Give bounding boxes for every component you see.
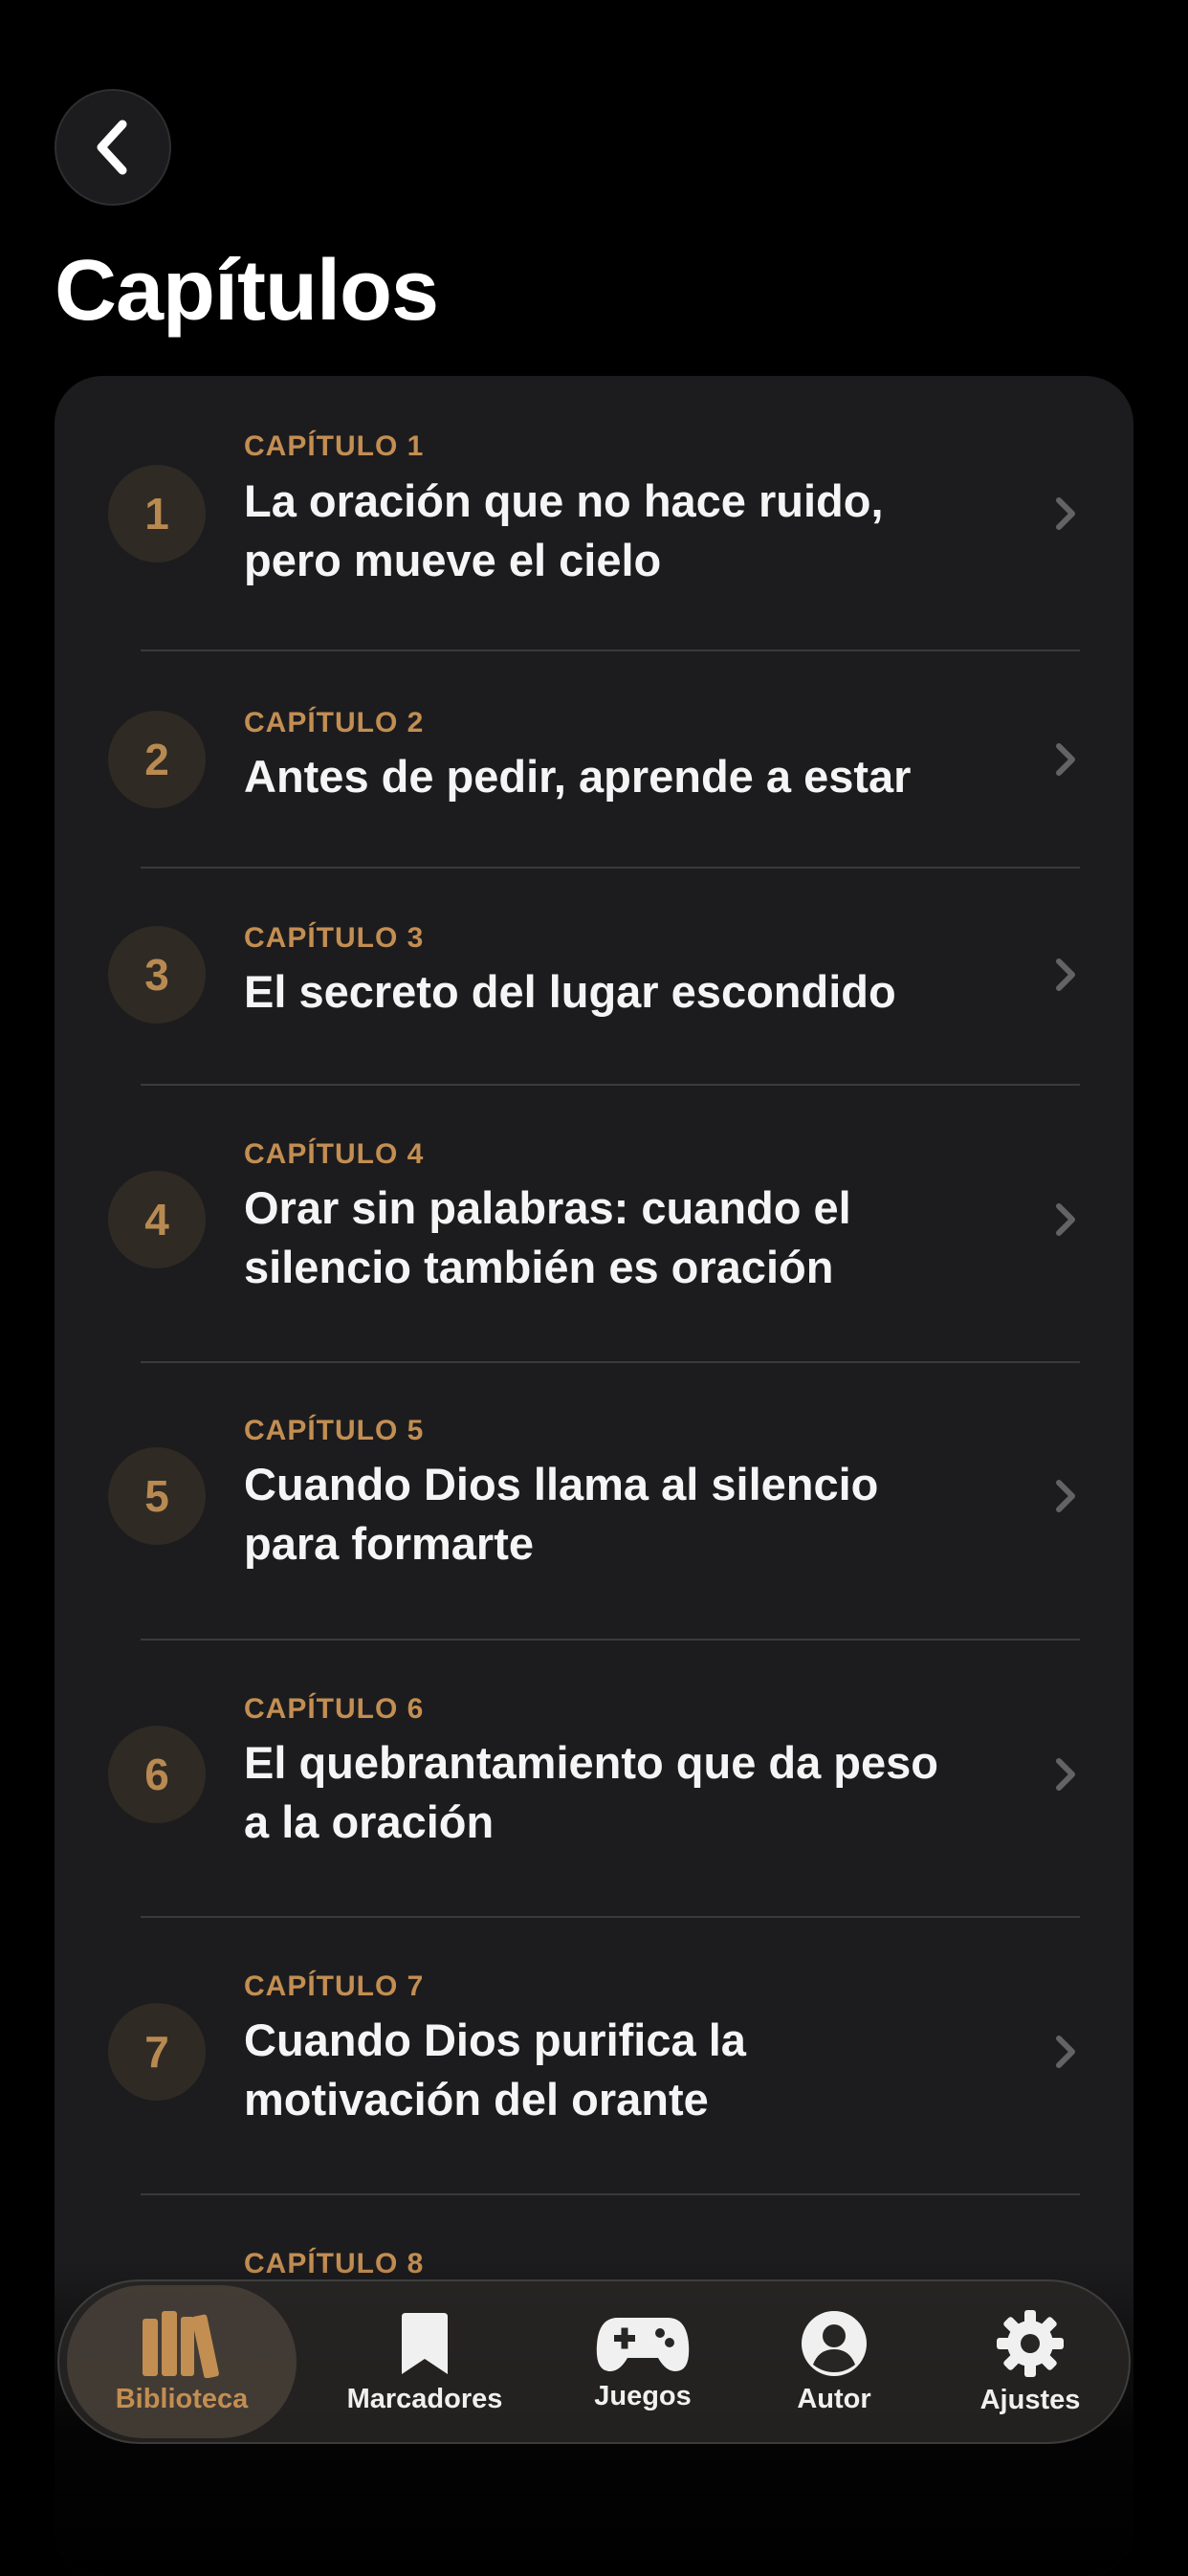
chapter-title: El quebrantamiento que da peso a la orac… — [244, 1737, 938, 1847]
gamepad-icon — [596, 2317, 690, 2371]
chapter-row-2[interactable]: 2 CAPÍTULO 2 Antes de pedir, aprende a e… — [55, 651, 1133, 869]
tab-ajustes[interactable]: Ajustes — [949, 2281, 1111, 2442]
chapter-list: 1 CAPÍTULO 1 La oración que no hace ruid… — [55, 376, 1133, 2576]
tab-marcadores[interactable]: Marcadores — [310, 2281, 539, 2442]
chapter-title: El secreto del lugar escondido — [244, 966, 896, 1017]
chapter-label: CAPÍTULO 2 — [244, 707, 425, 738]
chapter-row-7[interactable]: 7 CAPÍTULO 7 Cuando Dios purifica la mot… — [55, 1918, 1133, 2195]
chevron-right-icon — [1056, 743, 1075, 776]
person-icon — [802, 2310, 867, 2376]
tab-label: Biblioteca — [115, 2383, 249, 2414]
chapter-title: Antes de pedir, aprende a estar — [244, 751, 912, 802]
chapter-number-badge: 6 — [108, 1726, 206, 1823]
bookmark-icon — [402, 2312, 448, 2374]
tab-autor[interactable]: Autor — [758, 2281, 911, 2442]
chapter-number-badge: 2 — [108, 711, 206, 808]
tab-label: Ajustes — [979, 2384, 1081, 2415]
chapter-title: Cuando Dios purifica la motivación del o… — [244, 2015, 746, 2125]
chevron-right-icon — [1056, 958, 1075, 991]
chapter-number-badge: 4 — [108, 1171, 206, 1268]
chapter-title: Orar sin palabras: cuando el silencio ta… — [244, 1182, 851, 1292]
books-icon — [143, 2310, 219, 2378]
gear-icon — [997, 2309, 1064, 2377]
chapter-label: CAPÍTULO 4 — [244, 1138, 425, 1170]
tab-label: Marcadores — [346, 2383, 503, 2414]
chevron-right-icon — [1056, 1758, 1075, 1791]
chapter-row-5[interactable]: 5 CAPÍTULO 5 Cuando Dios llama al silenc… — [55, 1363, 1133, 1640]
tab-label: Autor — [797, 2383, 871, 2414]
chapter-row-3[interactable]: 3 CAPÍTULO 3 El secreto del lugar escond… — [55, 869, 1133, 1086]
chapter-number-badge: 5 — [108, 1447, 206, 1545]
tab-biblioteca[interactable]: Biblioteca — [67, 2285, 297, 2438]
chapter-row-1[interactable]: 1 CAPÍTULO 1 La oración que no hace ruid… — [55, 376, 1133, 651]
chevron-right-icon — [1056, 1480, 1075, 1512]
chapter-label: CAPÍTULO 6 — [244, 1693, 425, 1725]
tab-label: Juegos — [594, 2380, 692, 2411]
chapter-label: CAPÍTULO 1 — [244, 430, 425, 462]
tab-bar: Biblioteca Marcadores Juegos Autor Ajust… — [57, 2279, 1131, 2444]
chevron-right-icon — [1056, 497, 1075, 530]
back-button[interactable] — [55, 89, 171, 206]
chapter-row-4[interactable]: 4 CAPÍTULO 4 Orar sin palabras: cuando e… — [55, 1086, 1133, 1363]
chevron-left-icon — [97, 120, 127, 175]
page-title: Capítulos — [55, 243, 439, 339]
chapter-title: Cuando Dios llama al silencio para forma… — [244, 1459, 879, 1569]
chapter-title: La oración que no hace ruido, pero mueve… — [244, 475, 884, 585]
chevron-right-icon — [1056, 1203, 1075, 1236]
chapter-label: CAPÍTULO 5 — [244, 1415, 425, 1446]
chapter-number-badge: 7 — [108, 2003, 206, 2101]
chapter-label: CAPÍTULO 7 — [244, 1971, 425, 2002]
chapter-label: CAPÍTULO 3 — [244, 922, 425, 954]
chapter-row-6[interactable]: 6 CAPÍTULO 6 El quebrantamiento que da p… — [55, 1640, 1133, 1918]
chevron-right-icon — [1056, 2036, 1075, 2068]
chapter-number-badge: 3 — [108, 926, 206, 1024]
tab-juegos[interactable]: Juegos — [557, 2281, 729, 2442]
chapter-number-badge: 1 — [108, 465, 206, 562]
